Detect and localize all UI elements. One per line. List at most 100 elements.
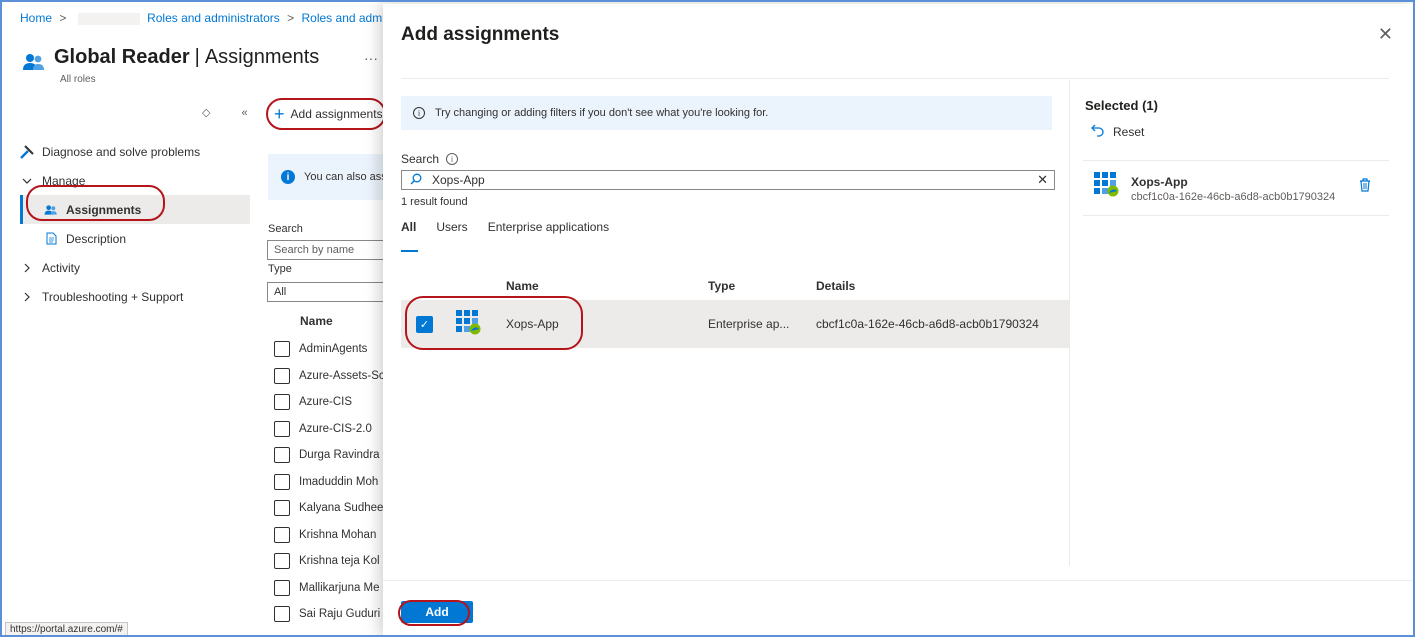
filter-hint-text: Try changing or adding filters if you do… xyxy=(435,107,769,119)
page-subtitle: All roles xyxy=(60,74,96,85)
selected-count-heading: Selected (1) xyxy=(1085,98,1158,113)
table-header: Name Type Details xyxy=(401,272,1070,300)
breadcrumb-home[interactable]: Home xyxy=(20,11,52,25)
search-input[interactable]: Xops-App ✕ xyxy=(401,170,1055,190)
row-checkbox-checked[interactable]: ✓ xyxy=(416,315,433,333)
result-count: 1 result found xyxy=(401,196,468,208)
collapse-sidebar-icon[interactable]: ◇ « xyxy=(202,106,262,119)
page-title-separator: | xyxy=(194,46,200,68)
close-icon[interactable]: ✕ xyxy=(1378,24,1393,45)
selected-item: Xops-App cbcf1c0a-162e-46cb-a6d8-acb0b17… xyxy=(1083,160,1389,216)
search-filter-label: Search xyxy=(268,223,303,235)
sidebar-item-label: Diagnose and solve problems xyxy=(42,144,201,159)
search-icon xyxy=(410,173,422,188)
list-item-label: Azure-Assets-Sc xyxy=(299,369,385,382)
list-item-label: Kalyana Sudhee xyxy=(299,502,384,515)
panel-title: Add assignments xyxy=(401,24,560,45)
page-title-section: Assignments xyxy=(204,46,320,68)
list-item-label: Sai Raju Guduri xyxy=(299,608,381,621)
search-label-text: Search xyxy=(401,152,440,166)
sidebar-item-label: Activity xyxy=(42,260,81,275)
row-checkbox[interactable] xyxy=(274,579,290,596)
list-item-label: Azure-CIS-2.0 xyxy=(299,422,372,435)
panel-footer-divider xyxy=(383,580,1413,581)
breadcrumb-redacted xyxy=(77,12,140,25)
sidebar-group-troubleshooting[interactable]: Troubleshooting + Support xyxy=(20,282,250,311)
list-item-label: Krishna teja Kol xyxy=(299,555,380,568)
info-icon[interactable]: i xyxy=(446,153,459,165)
chevron-down-icon xyxy=(20,174,34,188)
row-checkbox[interactable] xyxy=(274,420,290,437)
list-item-label: Durga Ravindra xyxy=(299,449,380,462)
row-checkbox[interactable] xyxy=(274,341,290,358)
wrench-icon xyxy=(20,144,34,159)
people-icon xyxy=(44,203,58,217)
row-checkbox[interactable] xyxy=(274,367,290,384)
row-type: Enterprise ap... xyxy=(708,317,790,331)
breadcrumb: Home > Roles and administrators > Roles … xyxy=(20,11,382,25)
row-details: cbcf1c0a-162e-46cb-a6d8-acb0b1790324 xyxy=(816,317,1039,331)
add-assignments-panel: Add assignments ✕ i Try changing or addi… xyxy=(383,4,1413,635)
undo-icon xyxy=(1091,123,1105,141)
add-assignments-button[interactable]: + Add assignments xyxy=(274,103,383,125)
search-input-value: Xops-App xyxy=(432,173,485,187)
results-table: Name Type Details ✓ Xops-App Enterprise … xyxy=(401,272,1070,348)
enterprise-app-icon xyxy=(456,310,481,335)
tab-all[interactable]: All xyxy=(401,220,419,252)
list-item-label: Azure-CIS xyxy=(299,396,353,409)
page-title: Global Reader | Assignments xyxy=(54,46,319,69)
more-options-icon[interactable]: ··· xyxy=(364,50,378,66)
selected-item-name: Xops-App xyxy=(1131,175,1188,189)
type-filter-label: Type xyxy=(268,263,292,275)
breadcrumb-separator: > xyxy=(59,11,67,25)
row-checkbox[interactable] xyxy=(274,526,290,543)
column-header-details[interactable]: Details xyxy=(816,279,855,293)
row-name: Xops-App xyxy=(506,317,559,331)
search-label: Search i xyxy=(401,152,459,166)
sidebar-item-label: Description xyxy=(66,231,127,246)
sidebar-group-manage[interactable]: Manage xyxy=(20,166,250,195)
breadcrumb-roles-admins[interactable]: Roles and administrators xyxy=(147,11,280,25)
chevron-right-icon xyxy=(20,290,34,304)
row-checkbox[interactable] xyxy=(274,500,290,517)
row-checkbox[interactable] xyxy=(274,447,290,464)
tab-enterprise-applications[interactable]: Enterprise applications xyxy=(488,220,609,252)
info-icon: i xyxy=(413,107,425,119)
document-icon xyxy=(44,232,58,246)
selected-item-id: cbcf1c0a-162e-46cb-a6d8-acb0b1790324 xyxy=(1131,191,1336,203)
sidebar-item-diagnose[interactable]: Diagnose and solve problems xyxy=(20,137,250,166)
reset-button[interactable]: Reset xyxy=(1091,123,1144,141)
breadcrumb-separator: > xyxy=(287,11,295,25)
delete-icon[interactable] xyxy=(1359,178,1371,192)
column-header-type[interactable]: Type xyxy=(708,279,735,293)
panel-divider xyxy=(401,78,1389,79)
breadcrumb-roles-and-adm[interactable]: Roles and adm xyxy=(302,11,383,25)
sidebar-group-activity[interactable]: Activity xyxy=(20,253,250,282)
row-checkbox[interactable] xyxy=(274,606,290,623)
filter-hint-banner: i Try changing or adding filters if you … xyxy=(401,96,1052,130)
row-checkbox[interactable] xyxy=(274,473,290,490)
reset-label: Reset xyxy=(1113,125,1145,139)
list-item-label: Imaduddin Moh xyxy=(299,475,379,488)
list-item-label: Krishna Mohan xyxy=(299,528,377,541)
status-bar-url: https://portal.azure.com/# xyxy=(5,622,128,635)
enterprise-app-icon xyxy=(1094,172,1119,197)
sidebar-item-label: Troubleshooting + Support xyxy=(42,289,184,304)
row-checkbox[interactable] xyxy=(274,553,290,570)
list-item-label: Mallikarjuna Me xyxy=(299,581,380,594)
list-item-label: AdminAgents xyxy=(299,343,368,356)
sidebar-item-label: Assignments xyxy=(66,202,142,217)
chevron-right-icon xyxy=(20,261,34,275)
sidebar-nav: Diagnose and solve problems Manage Assig… xyxy=(20,137,250,311)
table-row[interactable]: ✓ Xops-App Enterprise ap... cbcf1c0a-162… xyxy=(401,300,1070,348)
row-checkbox[interactable] xyxy=(274,394,290,411)
info-icon: i xyxy=(281,170,295,184)
clear-search-icon[interactable]: ✕ xyxy=(1037,172,1048,188)
sidebar-item-description[interactable]: Description xyxy=(20,224,250,253)
sidebar-item-assignments[interactable]: Assignments xyxy=(20,195,250,224)
tab-users[interactable]: Users xyxy=(436,220,467,252)
screenshot-frame: Home > Roles and administrators > Roles … xyxy=(0,0,1415,637)
column-header-name[interactable]: Name xyxy=(506,279,539,293)
add-button[interactable]: Add xyxy=(401,601,473,623)
people-icon xyxy=(23,54,44,70)
